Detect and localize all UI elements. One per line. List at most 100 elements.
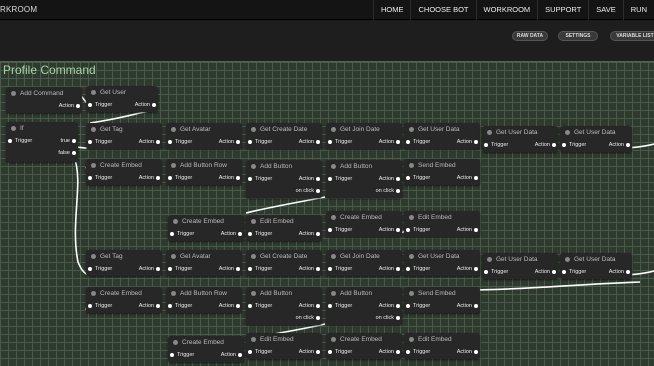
node-create-embed[interactable]: Create Embed Trigger Action (86, 159, 162, 185)
action-pin[interactable] (236, 140, 240, 144)
trigger-pin[interactable] (328, 350, 332, 354)
action-pin[interactable] (156, 304, 160, 308)
true-pin[interactable] (72, 139, 76, 143)
trigger-pin[interactable] (248, 267, 252, 271)
node-create-embed[interactable]: Create Embed Trigger Action (168, 215, 244, 241)
trigger-pin[interactable] (562, 270, 566, 274)
trigger-pin[interactable] (248, 232, 252, 236)
trigger-pin[interactable] (170, 232, 174, 236)
node-get-user[interactable]: Get User Trigger Action (86, 86, 158, 112)
trigger-pin[interactable] (168, 176, 172, 180)
node-get-user-data[interactable]: Get User Data Trigger Action (482, 126, 558, 152)
action-pin[interactable] (316, 304, 320, 308)
node-add-button-row[interactable]: Add Button Row Trigger Action (166, 159, 242, 185)
node-get-avatar[interactable]: Get Avatar Trigger Action (166, 250, 242, 276)
action-pin[interactable] (474, 228, 478, 232)
action-pin[interactable] (474, 176, 478, 180)
on-click-pin[interactable] (396, 316, 400, 320)
node-get-join-date[interactable]: Get Join Date Trigger Action (326, 250, 402, 276)
node-add-command[interactable]: Add Command Action (6, 87, 82, 113)
nav-home[interactable]: HOME (372, 0, 411, 20)
action-pin[interactable] (238, 232, 242, 236)
trigger-pin[interactable] (406, 350, 410, 354)
action-pin[interactable] (236, 176, 240, 180)
node-get-user-data[interactable]: Get User Data Trigger Action (560, 126, 632, 152)
action-pin[interactable] (626, 143, 630, 147)
action-pin[interactable] (396, 228, 400, 232)
trigger-pin[interactable] (328, 228, 332, 232)
action-pin[interactable] (238, 353, 242, 357)
action-pin[interactable] (474, 140, 478, 144)
variable-list-button[interactable]: VARIABLE LIST (610, 31, 654, 41)
trigger-pin[interactable] (88, 267, 92, 271)
raw-data-button[interactable]: RAW DATA (512, 31, 548, 41)
node-create-embed[interactable]: Create Embed Trigger Action (326, 333, 402, 359)
nav-support[interactable]: SUPPORT (537, 0, 588, 20)
trigger-pin[interactable] (248, 304, 252, 308)
node-add-button-row[interactable]: Add Button Row Trigger Action (166, 287, 242, 313)
trigger-pin[interactable] (406, 176, 410, 180)
trigger-pin[interactable] (170, 353, 174, 357)
trigger-pin[interactable] (328, 304, 332, 308)
action-pin[interactable] (316, 177, 320, 181)
nav-run[interactable]: RUN (622, 0, 654, 20)
trigger-pin[interactable] (88, 103, 92, 107)
action-pin[interactable] (396, 140, 400, 144)
trigger-pin[interactable] (88, 140, 92, 144)
trigger-pin[interactable] (328, 267, 332, 271)
on-click-pin[interactable] (396, 189, 400, 193)
action-pin[interactable] (156, 140, 160, 144)
action-pin[interactable] (552, 143, 556, 147)
on-click-pin[interactable] (316, 189, 320, 193)
action-pin[interactable] (236, 267, 240, 271)
nav-choose-bot[interactable]: CHOOSE BOT (410, 0, 475, 20)
nav-workroom[interactable]: WORKROOM (475, 0, 538, 20)
node-edit-embed[interactable]: Edit Embed Trigger Action (246, 215, 322, 241)
trigger-pin[interactable] (406, 267, 410, 271)
trigger-pin[interactable] (328, 177, 332, 181)
node-get-user-data[interactable]: Get User Data Trigger Action (404, 250, 480, 276)
trigger-pin[interactable] (168, 304, 172, 308)
action-pin[interactable] (474, 350, 478, 354)
action-pin[interactable] (236, 304, 240, 308)
trigger-pin[interactable] (328, 140, 332, 144)
trigger-pin[interactable] (562, 143, 566, 147)
on-click-pin[interactable] (316, 316, 320, 320)
trigger-pin[interactable] (406, 228, 410, 232)
node-get-tag[interactable]: Get Tag Trigger Action (86, 250, 162, 276)
node-get-tag[interactable]: Get Tag Trigger Action (86, 123, 162, 149)
action-pin[interactable] (156, 267, 160, 271)
node-create-embed[interactable]: Create Embed Trigger Action (326, 211, 402, 237)
node-get-avatar[interactable]: Get Avatar Trigger Action (166, 123, 242, 149)
settings-button[interactable]: SETTINGS (558, 31, 598, 41)
action-pin[interactable] (626, 270, 630, 274)
node-get-user-data[interactable]: Get User Data Trigger Action (482, 253, 558, 279)
node-get-user-data[interactable]: Get User Data Trigger Action (404, 123, 480, 149)
trigger-pin[interactable] (484, 270, 488, 274)
node-add-button[interactable]: Add Button Trigger Action on click (326, 287, 402, 325)
trigger-pin[interactable] (88, 176, 92, 180)
action-pin[interactable] (552, 270, 556, 274)
node-get-join-date[interactable]: Get Join Date Trigger Action (326, 123, 402, 149)
trigger-pin[interactable] (248, 177, 252, 181)
action-pin[interactable] (474, 267, 478, 271)
nav-save[interactable]: SAVE (588, 0, 622, 20)
action-pin[interactable] (316, 350, 320, 354)
node-send-embed[interactable]: Send Embed Trigger Action (404, 159, 480, 185)
node-if[interactable]: If Trigger true false (6, 122, 78, 162)
trigger-pin[interactable] (406, 140, 410, 144)
node-edit-embed[interactable]: Edit Embed Trigger Action (404, 211, 480, 237)
action-pin[interactable] (152, 103, 156, 107)
node-create-embed[interactable]: Create Embed Trigger Action (86, 287, 162, 313)
trigger-pin[interactable] (88, 304, 92, 308)
node-edit-embed[interactable]: Edit Embed Trigger Action (246, 333, 322, 359)
trigger-pin[interactable] (406, 304, 410, 308)
node-edit-embed[interactable]: Edit Embed Trigger Action (404, 333, 480, 359)
action-pin[interactable] (316, 232, 320, 236)
action-pin[interactable] (396, 304, 400, 308)
action-pin[interactable] (316, 267, 320, 271)
trigger-pin[interactable] (8, 139, 12, 143)
node-create-embed[interactable]: Create Embed Trigger Action (168, 336, 244, 362)
action-pin[interactable] (396, 350, 400, 354)
trigger-pin[interactable] (248, 350, 252, 354)
